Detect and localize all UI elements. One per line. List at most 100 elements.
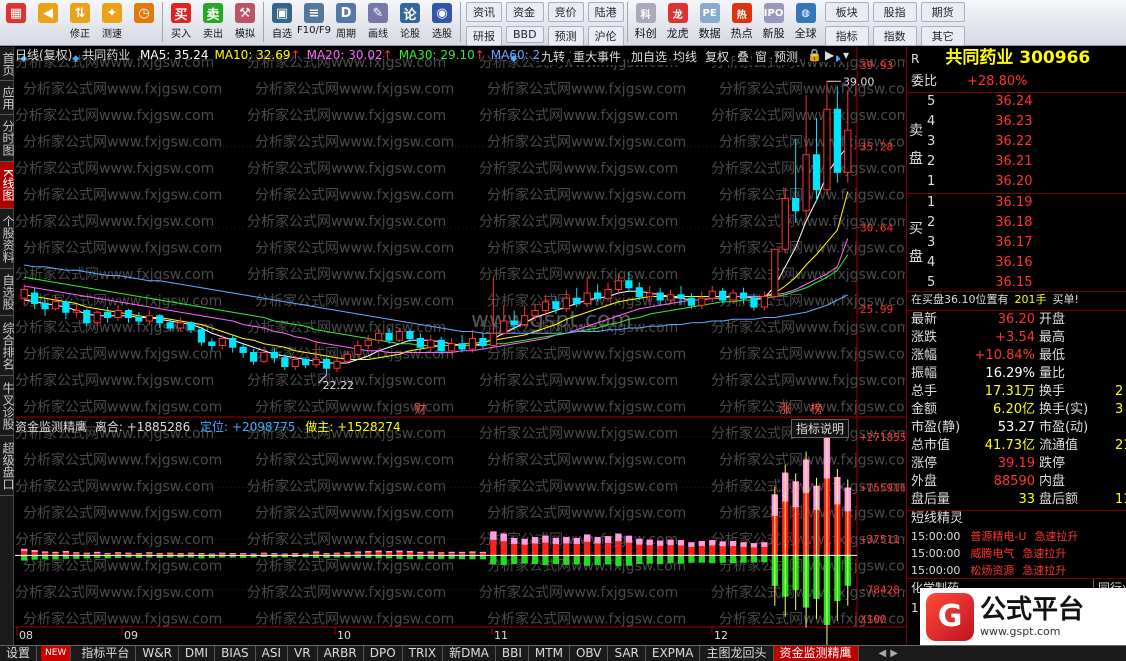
bottom-tab-10[interactable]: TRIX [403, 646, 444, 661]
dragon-tiger-button-label: 龙虎 [666, 27, 689, 40]
event-marker[interactable]: 涨 [779, 401, 791, 416]
price-tab-6[interactable]: 窗 [753, 48, 770, 65]
stock-forum-button[interactable]: 论论股 [394, 0, 426, 44]
hot-button[interactable]: 热热点 [726, 0, 758, 44]
bottom-tab-14[interactable]: OBV [570, 646, 609, 661]
bottom-tab-0[interactable]: 设置 [0, 646, 38, 661]
indicator-explain-button[interactable]: 指标说明 [791, 419, 850, 438]
toolbar-pill-button[interactable]: 资讯 [466, 2, 502, 22]
toolbar-pill-button[interactable]: 指数 [872, 26, 917, 46]
price-tab-7[interactable]: 预测 [772, 48, 801, 65]
clock-button[interactable]: ◷ [128, 0, 160, 44]
sell-price[interactable]: 36.21 [995, 154, 1032, 169]
left-tab-7[interactable]: 牛叉诊股 [0, 376, 15, 436]
dropdown-icon[interactable]: ▾ [841, 48, 852, 62]
buy-button[interactable]: 买买入 [165, 0, 197, 44]
toolbar-pill-button[interactable]: 沪伦 [587, 26, 624, 46]
bottom-tab-16[interactable]: EXPMA [646, 646, 701, 661]
bottom-tab-2[interactable]: 指标平台 [75, 646, 137, 661]
left-tab-5[interactable]: 自选股 [0, 269, 15, 316]
left-tab-1[interactable]: 应用 [0, 81, 15, 115]
sell-price[interactable]: 36.20 [995, 174, 1032, 189]
period-button[interactable]: D 周期 [330, 0, 362, 44]
draw-button[interactable]: ✎ 画线 [362, 0, 394, 44]
sell-price[interactable]: 36.22 [995, 134, 1032, 149]
left-tab-8[interactable]: 超级盘口 [0, 436, 15, 496]
buy-price[interactable]: 36.15 [995, 275, 1032, 290]
buy-level: 5 [927, 275, 936, 290]
toolbar-pill-button[interactable]: 指标 [824, 26, 869, 46]
sell-price[interactable]: 36.23 [995, 114, 1032, 129]
bottom-tab-15[interactable]: SAR [608, 646, 646, 661]
scroll-left-icon[interactable]: ◀ [879, 648, 887, 659]
grid-button[interactable]: ▦ [0, 0, 32, 44]
bottom-tab-11[interactable]: 新DMA [443, 646, 496, 661]
f10-button[interactable]: ≡ F10/F9 [297, 0, 331, 44]
speed-test-button[interactable]: ✦ 测速 [96, 0, 128, 44]
event-marker[interactable]: 榜 [811, 401, 823, 416]
dragon-tiger-button[interactable]: 龙龙虎 [662, 0, 694, 44]
bottom-tab-17[interactable]: 主图龙回头 [700, 646, 774, 661]
buy-price[interactable]: 36.19 [995, 195, 1032, 210]
left-tab-4[interactable]: 个股资料 [0, 209, 15, 269]
toolbar-pill-button[interactable]: 期货 [920, 2, 965, 22]
back-button[interactable]: ◀ [32, 0, 64, 44]
bottom-tab-7[interactable]: VR [288, 646, 318, 661]
data-button[interactable]: PE 数据 [694, 0, 726, 44]
left-tab-2[interactable]: 分时图 [0, 115, 15, 162]
toolbar-separator [626, 2, 628, 42]
price-tab-4[interactable]: 复权 [703, 48, 732, 65]
elf-stock[interactable]: 松炀资源 [970, 564, 1014, 577]
simulate-button[interactable]: ⚒ 模拟 [229, 0, 261, 44]
bottom-tab-13[interactable]: MTM [529, 646, 570, 661]
scroll-right-icon[interactable]: ▶ [890, 648, 898, 659]
toolbar-pill-button[interactable]: 研报 [466, 26, 502, 46]
lock-icon[interactable]: 🔒 [805, 48, 824, 62]
elf-stock[interactable]: 普源精电-U [970, 530, 1026, 543]
chart-area[interactable]: 分析家公式网www.fxjgsw.com 分析家公式网www.fxjgsw.com… [15, 47, 905, 645]
flow-outflow-bar [542, 555, 549, 565]
left-tab-6[interactable]: 综合排名 [0, 316, 15, 376]
left-tab-3[interactable]: K线图 [0, 162, 15, 209]
price-tab-5[interactable]: 叠 [735, 48, 752, 65]
toolbar-pill-button[interactable]: 板块 [824, 2, 869, 22]
global-button[interactable]: ◍ 全球 [790, 0, 822, 44]
toolbar-pill-button[interactable]: 预测 [547, 26, 584, 46]
bottom-tab-4[interactable]: DMI [179, 646, 216, 661]
buy-price[interactable]: 36.18 [995, 215, 1032, 230]
price-tab-1[interactable]: 重大事件 [571, 48, 624, 65]
toolbar-pill-button[interactable]: 其它 [920, 26, 965, 46]
new-stock-button[interactable]: IPO 新股 [758, 0, 790, 44]
elf-time: 15:00:00 [911, 547, 961, 560]
pick-stock-button[interactable]: ◉ 选股 [426, 0, 458, 44]
price-tab-3[interactable]: 均线 [671, 48, 700, 65]
buy-price[interactable]: 36.17 [995, 235, 1032, 250]
toolbar-pill-button[interactable]: 资金 [506, 2, 544, 22]
price-tab-2[interactable]: 加自选 [629, 48, 670, 65]
bottom-tab-9[interactable]: DPO [364, 646, 403, 661]
elf-stock[interactable]: 威腾电气 [970, 547, 1014, 560]
bottom-tab-5[interactable]: BIAS [215, 646, 256, 661]
volume-indicator-name: 资金监测精鹰 [15, 420, 88, 434]
expand-icon[interactable]: ▶ [823, 48, 837, 62]
sell-price[interactable]: 36.24 [995, 94, 1032, 109]
toolbar-pill-button[interactable]: 陆港 [587, 2, 624, 22]
bottom-tab-1[interactable]: NEW [41, 646, 72, 661]
bottom-tab-6[interactable]: ASI [256, 646, 289, 661]
bottom-tab-8[interactable]: ARBR [318, 646, 364, 661]
price-tab-0[interactable]: 九转 [539, 48, 568, 65]
left-tab-0[interactable]: 首页 [0, 47, 15, 81]
bottom-tab-18[interactable]: 资金监测精鹰 [773, 646, 859, 661]
buy-price[interactable]: 36.16 [995, 255, 1032, 270]
toolbar-pill-button[interactable]: 竞价 [547, 2, 584, 22]
correct-button[interactable]: ⇅ 修正 [64, 0, 96, 44]
event-marker[interactable]: 财 [414, 402, 426, 416]
bottom-tab-3[interactable]: W&R [136, 646, 179, 661]
watchlist-button[interactable]: ▣ 自选 [266, 0, 298, 44]
kechuang-button[interactable]: 科科创 [630, 0, 662, 44]
toolbar-pill-button[interactable]: BBD [506, 26, 544, 43]
sell-button[interactable]: 卖卖出 [197, 0, 229, 44]
chart-svg[interactable]: 分析家公式网www.fxjgsw.com 分析家公式网www.fxjgsw.com… [15, 47, 905, 645]
bottom-tab-12[interactable]: BBI [496, 646, 529, 661]
toolbar-pill-button[interactable]: 股指 [872, 2, 917, 22]
